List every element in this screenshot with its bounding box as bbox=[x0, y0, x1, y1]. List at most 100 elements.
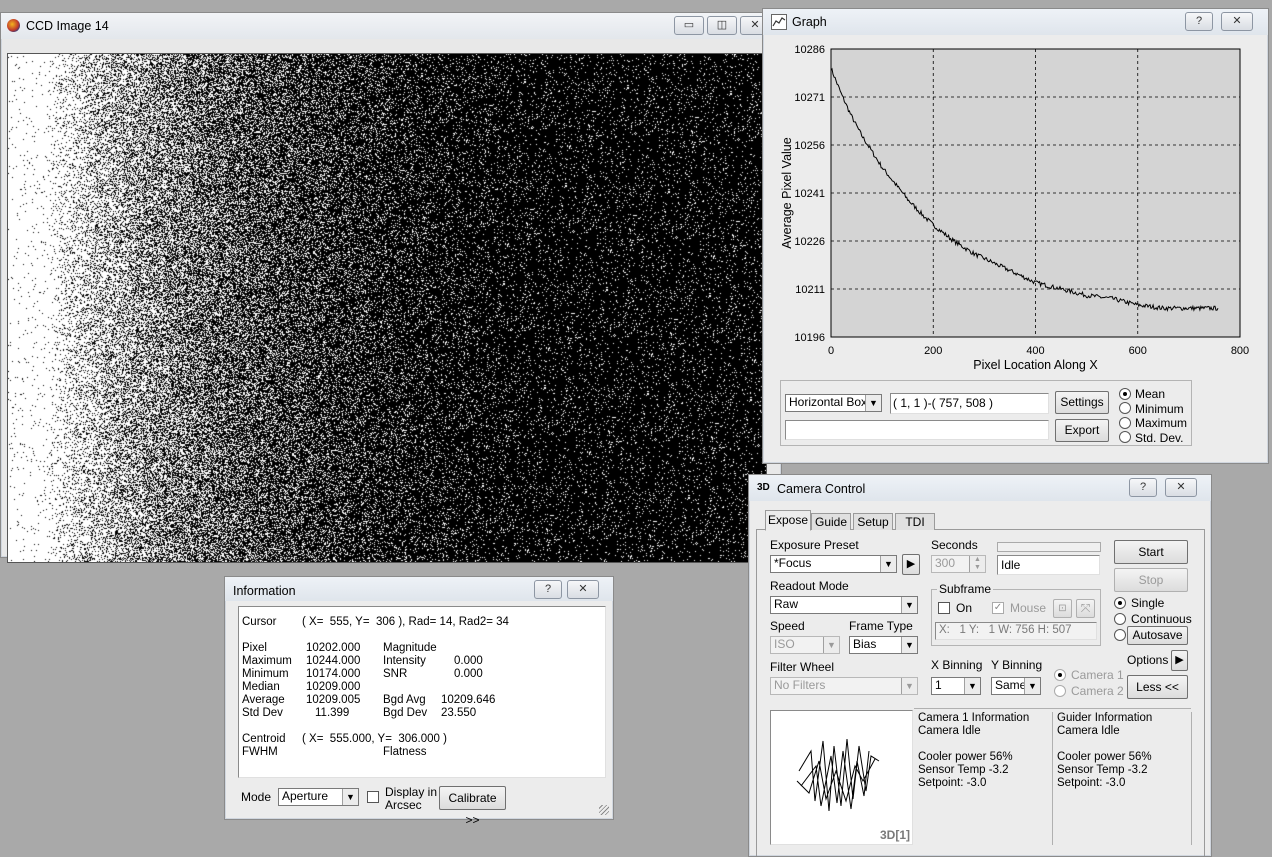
start-button[interactable]: Start bbox=[1114, 540, 1188, 564]
display-arcsec-label-1: Display in bbox=[385, 785, 438, 799]
seconds-label: Seconds bbox=[931, 538, 978, 552]
x-tick-label: 0 bbox=[828, 345, 834, 357]
graph-export-button[interactable]: Export bbox=[1055, 419, 1109, 442]
radio-camera2[interactable] bbox=[1054, 685, 1066, 697]
tab-guide[interactable]: Guide bbox=[811, 513, 851, 530]
radio-single-label: Single bbox=[1131, 596, 1165, 610]
chevron-down-icon: ▼ bbox=[823, 637, 839, 653]
y-tick-label: 10241 bbox=[794, 188, 825, 200]
info-mode-value: Aperture bbox=[282, 789, 329, 803]
radio-single[interactable] bbox=[1114, 597, 1126, 609]
subframe-on-label: On bbox=[956, 601, 973, 615]
radio-camera1-label: Camera 1 bbox=[1071, 668, 1124, 682]
radio-camera1[interactable] bbox=[1054, 669, 1066, 681]
stop-button[interactable]: Stop bbox=[1114, 568, 1188, 592]
options-menu-button[interactable]: ▶ bbox=[1171, 650, 1188, 671]
radio-continuous-label: Continuous bbox=[1131, 612, 1192, 626]
x-binning-combo[interactable]: 1 ▼ bbox=[931, 677, 981, 695]
stat-right-value: 0.000 bbox=[454, 655, 483, 667]
chevron-down-icon: ▼ bbox=[901, 678, 917, 694]
tab-expose[interactable]: Expose bbox=[765, 510, 811, 531]
speed-combo[interactable]: ISO ▼ bbox=[770, 636, 840, 654]
frame-type-combo[interactable]: Bias ▼ bbox=[849, 636, 918, 654]
preset-menu-button[interactable]: ▶ bbox=[902, 554, 920, 575]
info-mode-combo[interactable]: Aperture ▼ bbox=[278, 788, 359, 806]
radio-mean[interactable] bbox=[1119, 388, 1131, 400]
stat-right-label: Magnitude bbox=[383, 642, 437, 654]
graph-titlebar: Graph ? ✕ bbox=[763, 9, 1268, 35]
less-button[interactable]: Less << bbox=[1127, 675, 1188, 699]
subframe-mouse-checkbox[interactable]: ✓ bbox=[992, 602, 1004, 614]
chevron-down-icon: ▼ bbox=[901, 597, 917, 613]
chevron-down-icon: ▼ bbox=[880, 556, 896, 572]
filter-wheel-combo[interactable]: No Filters ▼ bbox=[770, 677, 918, 695]
calibrate-button[interactable]: Calibrate >> bbox=[439, 786, 506, 827]
flatness-label: Flatness bbox=[383, 746, 427, 758]
bottom-divider bbox=[914, 708, 1191, 709]
radio-autosave[interactable] bbox=[1114, 629, 1126, 641]
guider-info-line: Camera Idle bbox=[1057, 725, 1120, 737]
graph-help-button[interactable]: ? bbox=[1185, 12, 1213, 31]
centroid-value: ( X= 555.000, Y= 306.000 ) bbox=[302, 733, 447, 745]
y-tick-label: 10286 bbox=[794, 44, 825, 56]
y-tick-label: 10256 bbox=[794, 140, 825, 152]
filter-wheel-value: No Filters bbox=[774, 678, 826, 692]
camera1-info-line: Sensor Temp -3.2 bbox=[918, 764, 1009, 776]
tab-setup[interactable]: Setup bbox=[853, 513, 893, 530]
graph-window-title: Graph bbox=[792, 15, 827, 29]
info-close-button[interactable]: ✕ bbox=[567, 580, 599, 599]
subframe-full-icon[interactable]: ⤧ bbox=[1076, 599, 1095, 618]
subframe-select-icon[interactable]: ⊡ bbox=[1053, 599, 1072, 618]
camera1-info-line: Camera Idle bbox=[918, 725, 981, 737]
y-tick-label: 10226 bbox=[794, 236, 825, 248]
radio-camera2-label: Camera 2 bbox=[1071, 684, 1124, 698]
guider-info-line: Guider Information bbox=[1057, 712, 1153, 724]
minimize-button[interactable]: ▭ bbox=[674, 16, 704, 35]
maximize-button[interactable]: ◫ bbox=[707, 16, 737, 35]
ccd-image-canvas-frame[interactable] bbox=[7, 53, 767, 563]
graph-mode-combo[interactable]: Horizontal Box ▼ bbox=[785, 394, 882, 412]
ccd-titlebar: CCD Image 14 ▭ ◫ ✕ bbox=[1, 13, 781, 39]
cursor-value: ( X= 555, Y= 306 ), Rad= 14, Rad2= 34 bbox=[302, 616, 509, 628]
radio-stddev[interactable] bbox=[1119, 431, 1131, 443]
info-help-button[interactable]: ? bbox=[534, 580, 562, 599]
stat-right-label: Bgd Avg bbox=[383, 694, 426, 706]
radio-minimum[interactable] bbox=[1119, 402, 1131, 414]
status-field: Idle bbox=[997, 555, 1100, 575]
stat-value: 10174.000 bbox=[306, 668, 361, 680]
centroid-label: Centroid bbox=[242, 733, 286, 745]
stat-value: 11.399 bbox=[315, 707, 350, 719]
seconds-spinner[interactable]: 300 ▲ ▼ bbox=[931, 555, 986, 573]
graph-range-field[interactable]: ( 1, 1 )-( 757, 508 ) bbox=[890, 393, 1049, 414]
readout-mode-combo[interactable]: Raw ▼ bbox=[770, 596, 918, 614]
display-arcsec-label-2: Arcsec bbox=[385, 798, 422, 812]
radio-mean-label: Mean bbox=[1135, 387, 1166, 401]
stat-label: Average bbox=[242, 694, 285, 706]
autosave-button[interactable]: Autosave bbox=[1127, 626, 1188, 645]
radio-continuous[interactable] bbox=[1114, 613, 1126, 625]
graph-range-text: ( 1, 1 )-( 757, 508 ) bbox=[893, 396, 994, 410]
radio-maximum[interactable] bbox=[1119, 417, 1131, 429]
camera1-info-line: Camera 1 Information bbox=[918, 712, 1030, 724]
camera-app-icon: 3D bbox=[757, 482, 770, 493]
camera-close-button[interactable]: ✕ bbox=[1165, 478, 1197, 497]
guider-info-line: Cooler power 56% bbox=[1057, 751, 1152, 763]
graph-close-button[interactable]: ✕ bbox=[1221, 12, 1253, 31]
stat-value: 10209.000 bbox=[306, 681, 361, 693]
options-label: Options bbox=[1127, 653, 1169, 667]
ccd-image-canvas[interactable] bbox=[8, 54, 766, 562]
tab-tdi[interactable]: TDI bbox=[895, 513, 935, 530]
spinner-arrows-icon: ▲ ▼ bbox=[969, 556, 985, 572]
camera1-info-line: Setpoint: -3.0 bbox=[918, 777, 987, 789]
radio-maximum-label: Maximum bbox=[1135, 416, 1188, 430]
display-arcsec-checkbox[interactable] bbox=[367, 791, 379, 803]
y-binning-combo[interactable]: Same ▼ bbox=[991, 677, 1041, 695]
graph-settings-button[interactable]: Settings bbox=[1055, 391, 1109, 414]
exposure-preset-combo[interactable]: *Focus ▼ bbox=[770, 555, 897, 573]
camera-help-button[interactable]: ? bbox=[1129, 478, 1157, 497]
subframe-on-checkbox[interactable] bbox=[938, 602, 950, 614]
guide-preview: 3D[1] bbox=[770, 710, 913, 845]
exposure-preset-label: Exposure Preset bbox=[770, 538, 859, 552]
stat-label: Std Dev bbox=[242, 707, 283, 719]
frame-type-value: Bias bbox=[853, 637, 877, 651]
